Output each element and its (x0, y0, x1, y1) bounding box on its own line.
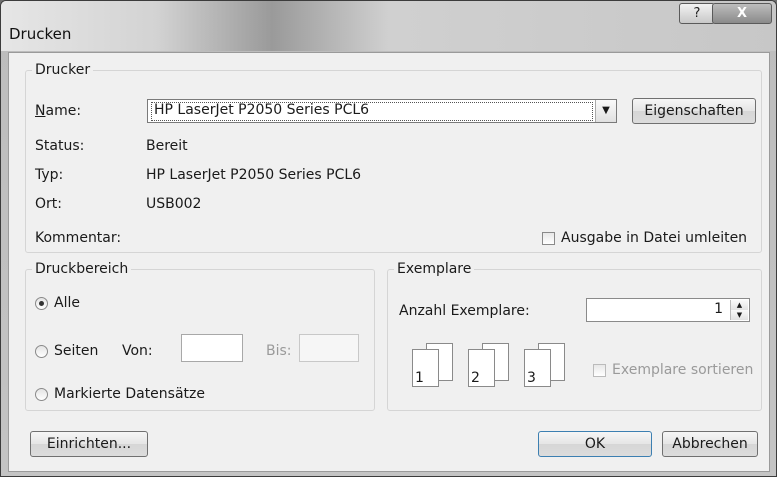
stepper-arrows: ▲ ▼ (730, 300, 748, 320)
print-to-file-checkbox[interactable] (542, 232, 555, 245)
range-selection-radio[interactable] (35, 388, 48, 401)
type-value: HP LaserJet P2050 Series PCL6 (146, 167, 362, 183)
collate-illustration: 1 1 2 2 3 3 (412, 343, 565, 387)
title-bar: Drucken ? X (1, 1, 776, 51)
comment-label: Kommentar: (35, 230, 122, 246)
status-label: Status: (35, 138, 85, 154)
range-all-radio[interactable] (35, 297, 48, 310)
range-from-input[interactable] (181, 334, 243, 362)
properties-button[interactable]: Eigenschaften (632, 98, 756, 124)
location-label: Ort: (35, 196, 62, 212)
copies-legend: Exemplare (394, 261, 475, 277)
close-button[interactable]: X (712, 3, 772, 24)
copies-count-stepper[interactable]: 1 ▲ ▼ (586, 298, 750, 322)
print-dialog-window: Drucken ? X Drucker Name: HP LaserJet P2… (0, 0, 777, 477)
range-pages-label[interactable]: Seiten (54, 342, 98, 360)
spin-down-icon[interactable]: ▼ (731, 310, 748, 320)
properties-button-label: Eigenschaften (644, 103, 744, 119)
cancel-button-label: Abbrechen (672, 436, 748, 452)
location-value: USB002 (146, 196, 202, 212)
chevron-down-icon[interactable]: ▼ (595, 100, 616, 122)
collate-checkbox[interactable] (593, 364, 606, 377)
range-from-label: Von: (122, 343, 153, 359)
print-range-legend: Druckbereich (32, 261, 132, 277)
print-to-file-label[interactable]: Ausgabe in Datei umleiten (561, 229, 747, 247)
cancel-button[interactable]: Abbrechen (662, 431, 758, 457)
page-icon: 1 (412, 349, 439, 387)
printer-name-value: HP LaserJet P2050 Series PCL6 (154, 102, 370, 118)
page-icon: 3 (524, 349, 551, 387)
copies-group: Exemplare (387, 261, 762, 411)
collate-label[interactable]: Exemplare sortieren (612, 361, 753, 379)
type-label: Typ: (35, 167, 64, 183)
ok-button-label: OK (584, 436, 606, 452)
setup-button[interactable]: Einrichten... (30, 431, 148, 457)
spin-up-icon[interactable]: ▲ (731, 300, 748, 310)
copies-count-value: 1 (714, 301, 723, 317)
dialog-body: Drucker Name: HP LaserJet P2050 Series P… (8, 52, 770, 472)
range-to-input[interactable] (299, 334, 359, 362)
setup-button-label: Einrichten... (46, 436, 132, 452)
range-selection-label[interactable]: Markierte Datensätze (54, 385, 205, 403)
printer-name-select[interactable]: HP LaserJet P2050 Series PCL6 ▼ (147, 99, 617, 123)
range-pages-radio[interactable] (35, 345, 48, 358)
window-title: Drucken (9, 25, 72, 43)
status-value: Bereit (146, 138, 188, 154)
range-all-label[interactable]: Alle (54, 294, 80, 312)
page-icon: 2 (468, 349, 495, 387)
printer-name-label: Name: (35, 103, 82, 119)
copies-count-label: Anzahl Exemplare: (399, 303, 530, 319)
help-button[interactable]: ? (679, 3, 715, 24)
range-to-label: Bis: (266, 343, 292, 359)
printer-group-legend: Drucker (32, 62, 94, 78)
ok-button[interactable]: OK (538, 431, 652, 457)
